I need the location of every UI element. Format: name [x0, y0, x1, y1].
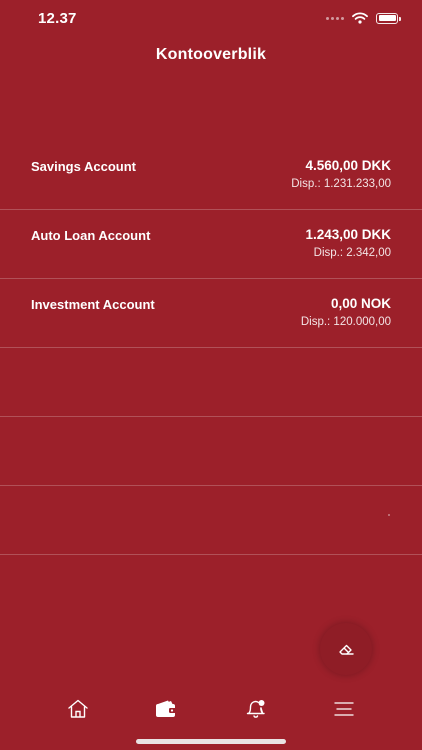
account-name: Savings Account [31, 159, 136, 174]
account-balance: 4.560,00 DKK [305, 158, 391, 173]
eraser-icon [339, 644, 354, 655]
battery-icon [376, 12, 401, 24]
home-icon [68, 699, 88, 718]
account-available: Disp.: 1.231.233,00 [291, 178, 391, 190]
cellular-signal-icon [326, 16, 344, 20]
empty-row [0, 417, 422, 486]
tab-bar [0, 690, 422, 728]
wifi-icon [352, 12, 368, 24]
tab-home[interactable] [64, 696, 92, 722]
empty-row [0, 486, 422, 555]
account-available: Disp.: 120.000,00 [300, 316, 391, 328]
status-time: 12.37 [38, 10, 77, 27]
status-bar: 12.37 [0, 0, 422, 40]
account-name: Investment Account [31, 297, 155, 312]
account-available: Disp.: 2.342,00 [313, 247, 391, 259]
separator-dot [388, 514, 390, 516]
page-title: Kontooverblik [155, 46, 267, 63]
empty-row [0, 348, 422, 417]
account-list: Savings Account 4.560,00 DKK Disp.: 1.23… [0, 141, 422, 555]
account-name: Auto Loan Account [31, 228, 151, 243]
transfer-fab-button[interactable] [320, 623, 372, 675]
bell-icon [246, 700, 265, 718]
menu-icon [334, 702, 354, 716]
account-row-auto-loan[interactable]: Auto Loan Account 1.243,00 DKK Disp.: 2.… [0, 210, 422, 279]
home-indicator[interactable] [136, 739, 286, 744]
tab-menu[interactable] [330, 696, 358, 722]
tab-accounts[interactable] [152, 696, 180, 722]
tab-notifications[interactable] [242, 696, 270, 722]
account-row-savings[interactable]: Savings Account 4.560,00 DKK Disp.: 1.23… [0, 141, 422, 210]
wallet-icon [156, 700, 176, 717]
account-balance: 0,00 NOK [330, 296, 391, 311]
account-row-investment[interactable]: Investment Account 0,00 NOK Disp.: 120.0… [0, 279, 422, 348]
account-balance: 1.243,00 DKK [305, 227, 391, 242]
status-icons [326, 12, 401, 24]
